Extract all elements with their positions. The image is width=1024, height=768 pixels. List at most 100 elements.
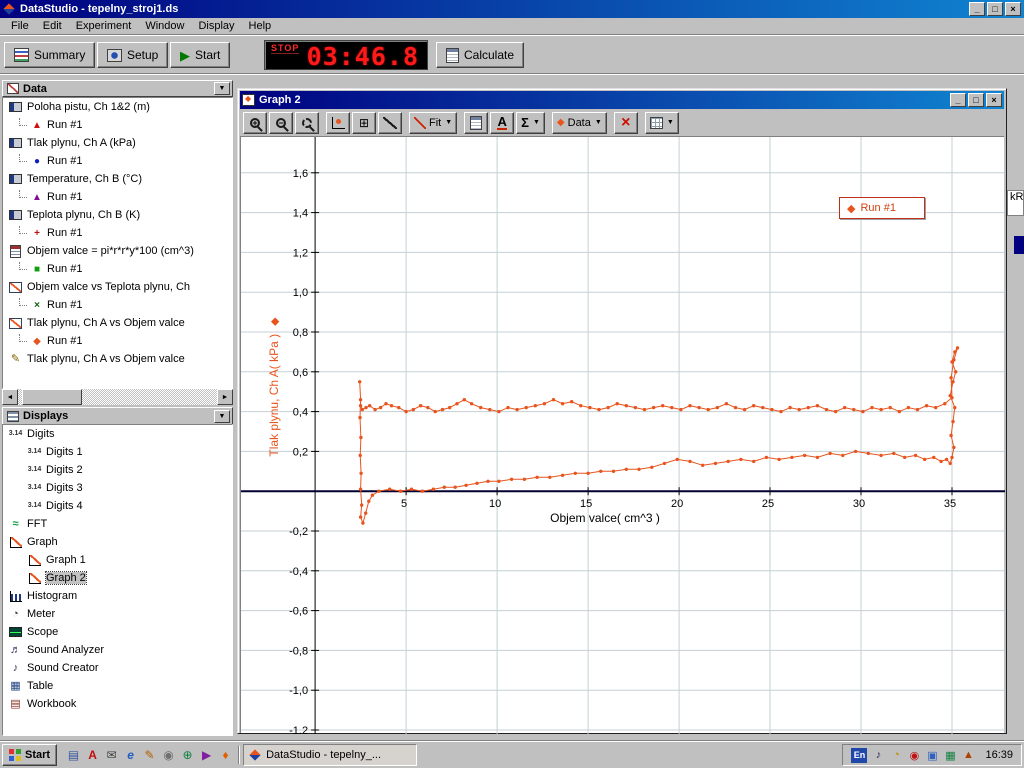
- display-item-graph2-selected[interactable]: Graph 2: [3, 569, 232, 587]
- display-settings-icon[interactable]: ▣: [925, 748, 939, 762]
- chart-plot-area[interactable]: 1,61,41,21,00,80,60,40,2-0,2-0,4-0,6-0,8…: [241, 137, 1005, 734]
- displays-panel-dropdown-button[interactable]: ▼: [214, 410, 230, 423]
- display-item-workbook[interactable]: ▤ Workbook: [3, 695, 232, 713]
- cd-player-icon[interactable]: ◉: [160, 746, 177, 764]
- zoom-in-button[interactable]: +: [243, 112, 267, 134]
- graph-calculator-button[interactable]: [464, 112, 488, 134]
- media-player-icon[interactable]: ▶: [198, 746, 215, 764]
- data-tree-item[interactable]: Teplota plynu, Ch B (K): [3, 206, 232, 224]
- data-panel-dropdown-button[interactable]: ▼: [214, 82, 230, 95]
- menu-edit[interactable]: Edit: [36, 18, 69, 34]
- display-item-graph[interactable]: Graph: [3, 533, 232, 551]
- data-run-item[interactable]: ■ Run #1: [3, 260, 232, 278]
- scale-to-fit-icon: [332, 117, 345, 129]
- data-tree-item[interactable]: Objem valce = pi*r*r*y*100 (cm^3): [3, 242, 232, 260]
- scrollbar-thumb[interactable]: [22, 389, 82, 405]
- start-menu-button[interactable]: Start: [2, 744, 57, 766]
- language-indicator[interactable]: En: [851, 748, 867, 763]
- minimize-button[interactable]: _: [969, 2, 985, 16]
- app-titlebar[interactable]: DataStudio - tepelny_stroj1.ds _ □ ×: [0, 0, 1024, 18]
- update-icon[interactable]: ▲: [961, 748, 975, 762]
- display-item[interactable]: 3.14 Digits 2: [3, 461, 232, 479]
- antivirus-icon[interactable]: ◉: [907, 748, 921, 762]
- smart-tool-button[interactable]: ⊞: [352, 112, 376, 134]
- zoom-select-button[interactable]: [295, 112, 319, 134]
- data-menu-button[interactable]: ◆ Data ▼: [552, 112, 607, 134]
- slope-tool-button[interactable]: [378, 112, 402, 134]
- graph-close-button[interactable]: ×: [986, 93, 1002, 107]
- menu-help[interactable]: Help: [242, 18, 279, 34]
- menu-window[interactable]: Window: [138, 18, 191, 34]
- display-item-sound-creator[interactable]: ♪ Sound Creator: [3, 659, 232, 677]
- show-desktop-icon[interactable]: ▤: [65, 746, 82, 764]
- calculator-icon: [470, 116, 482, 130]
- data-tree-item[interactable]: Tlak plynu, Ch A (kPa): [3, 134, 232, 152]
- display-item-meter[interactable]: ◔ Meter: [3, 605, 232, 623]
- display-item-sound-analyzer[interactable]: ♬ Sound Analyzer: [3, 641, 232, 659]
- mail-icon[interactable]: ✉: [103, 746, 120, 764]
- scale-to-fit-button[interactable]: [326, 112, 350, 134]
- scroll-left-button[interactable]: ◄: [2, 389, 18, 405]
- x-axis-title[interactable]: Objem valce( cm^3 ): [495, 511, 715, 525]
- meter-icon: ◔: [8, 608, 23, 620]
- y-axis-title[interactable]: Tlak plynu, Ch A( kPa )◆: [267, 237, 281, 537]
- display-item-table[interactable]: ▦ Table: [3, 677, 232, 695]
- fit-menu-button[interactable]: Fit ▼: [409, 112, 457, 134]
- graph-canvas[interactable]: 1,61,41,21,00,80,60,40,2-0,2-0,4-0,6-0,8…: [240, 136, 1004, 733]
- network-icon[interactable]: ▦: [943, 748, 957, 762]
- displays-panel-header[interactable]: Displays ▼: [2, 407, 233, 424]
- display-item-scope[interactable]: Scope: [3, 623, 232, 641]
- data-run-item[interactable]: ◆ Run #1: [3, 332, 232, 350]
- setup-button[interactable]: Setup: [97, 42, 168, 68]
- display-item[interactable]: 3.14 Digits 3: [3, 479, 232, 497]
- graph-minimize-button[interactable]: _: [950, 93, 966, 107]
- display-item[interactable]: Graph 1: [3, 551, 232, 569]
- internet-icon[interactable]: e: [122, 746, 139, 764]
- taskbar-app-button[interactable]: DataStudio - tepelny_...: [243, 744, 417, 766]
- remove-button[interactable]: ×: [614, 112, 638, 134]
- volume-icon[interactable]: ♪: [871, 748, 885, 762]
- close-button[interactable]: ×: [1005, 2, 1021, 16]
- zoom-out-button[interactable]: −: [269, 112, 293, 134]
- menu-file[interactable]: File: [4, 18, 36, 34]
- data-panel-header[interactable]: Data ▼: [2, 80, 233, 97]
- display-item[interactable]: 3.14 Digits 4: [3, 497, 232, 515]
- maximize-button[interactable]: □: [987, 2, 1003, 16]
- acrobat-icon[interactable]: A: [84, 746, 101, 764]
- data-tree-item[interactable]: Temperature, Ch B (°C): [3, 170, 232, 188]
- scheduler-icon[interactable]: ◔: [889, 748, 903, 762]
- graph-settings-button[interactable]: ▼: [645, 112, 679, 134]
- display-item[interactable]: 3.14 Digits 1: [3, 443, 232, 461]
- legend-label: Run #1: [860, 202, 895, 214]
- scroll-right-button[interactable]: ►: [217, 389, 233, 405]
- display-item-histogram[interactable]: Histogram: [3, 587, 232, 605]
- data-tree-item[interactable]: Tlak plynu, Ch A vs Objem valce: [3, 314, 232, 332]
- data-run-item[interactable]: + Run #1: [3, 224, 232, 242]
- data-run-item[interactable]: ▲ Run #1: [3, 116, 232, 134]
- data-run-item[interactable]: × Run #1: [3, 296, 232, 314]
- display-item-digits[interactable]: 3.14 Digits: [3, 425, 232, 443]
- chart-legend[interactable]: ◆ Run #1: [839, 197, 925, 219]
- data-tree-item[interactable]: ✎ Tlak plynu, Ch A vs Objem valce: [3, 350, 232, 368]
- pen-tool-icon[interactable]: ✎: [141, 746, 158, 764]
- data-run-item[interactable]: ● Run #1: [3, 152, 232, 170]
- graph-window-titlebar[interactable]: Graph 2 _ □ ×: [240, 91, 1004, 109]
- misc-app-icon[interactable]: ♦: [217, 746, 234, 764]
- start-button-toolbar[interactable]: ▶ Start: [170, 42, 230, 68]
- summary-button[interactable]: Summary: [4, 42, 95, 68]
- data-run-item[interactable]: ▲ Run #1: [3, 188, 232, 206]
- data-tree-item[interactable]: Poloha pistu, Ch 1&2 (m): [3, 98, 232, 116]
- statistics-button[interactable]: Σ ▼: [516, 112, 545, 134]
- data-tree-item[interactable]: Objem valce vs Teplota plynu, Ch: [3, 278, 232, 296]
- menu-display[interactable]: Display: [191, 18, 241, 34]
- menu-experiment[interactable]: Experiment: [69, 18, 139, 34]
- display-item-fft[interactable]: ≈ FFT: [3, 515, 232, 533]
- calculate-button[interactable]: Calculate: [436, 42, 524, 68]
- scrollbar-track[interactable]: [18, 389, 217, 405]
- text-annotation-button[interactable]: A: [490, 112, 514, 134]
- globe-icon[interactable]: ⊕: [179, 746, 196, 764]
- horizontal-scrollbar[interactable]: ◄ ►: [2, 389, 233, 405]
- graph-maximize-button[interactable]: □: [968, 93, 984, 107]
- digits-icon: 3.14: [27, 464, 42, 476]
- text-tool-icon: A: [497, 115, 506, 130]
